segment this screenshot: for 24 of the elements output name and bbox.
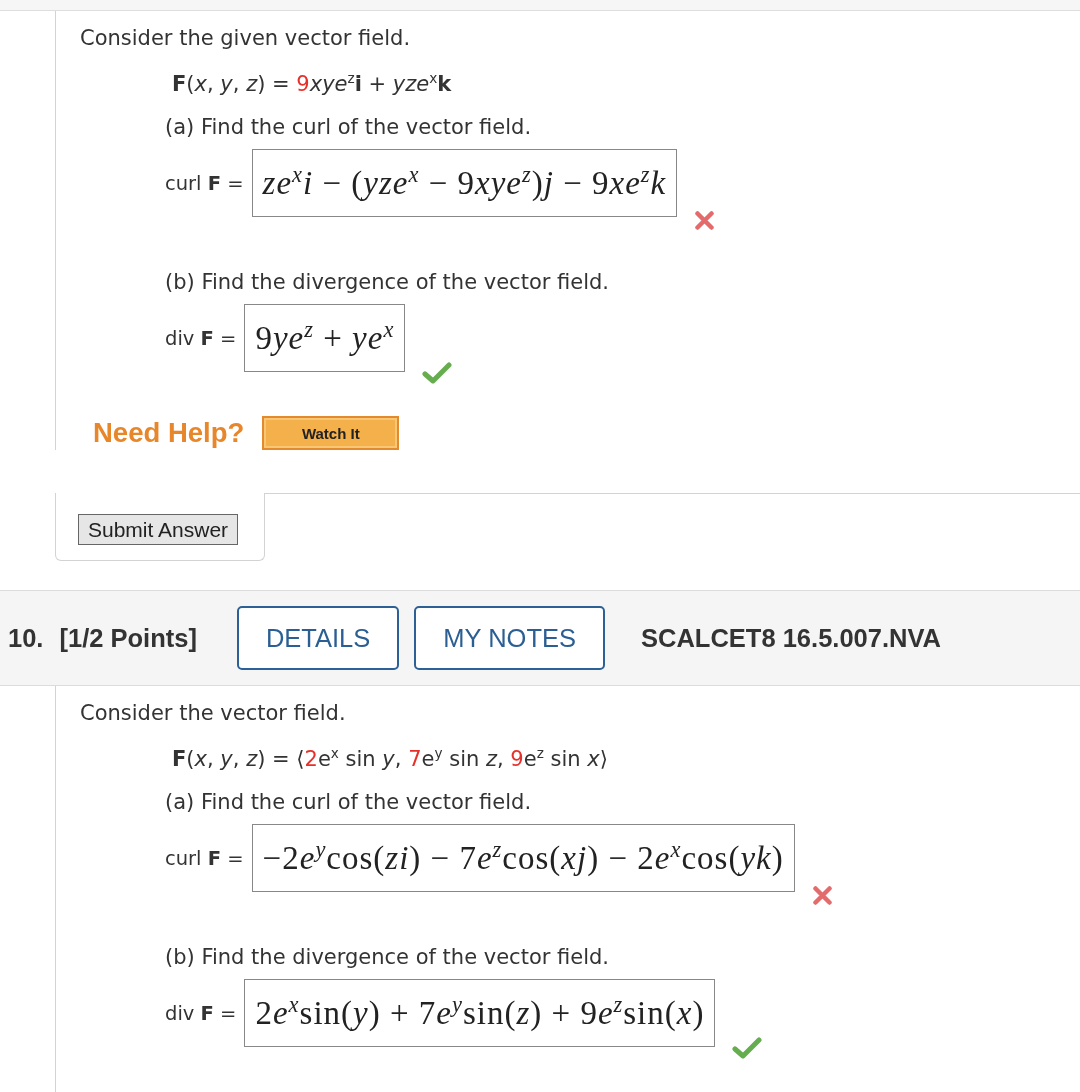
help-button[interactable]: Watch It [262,416,400,450]
answer-field[interactable]: 9ye$^{z}$ + ye$^{x}$ [244,304,406,372]
formula-text: F(x, y, z) = ⟨2e$^{x}$ sin y, 7e$^{y}$ sin z, 9e$^{z}$ sin x⟩ [172,746,609,772]
need-help-label: Need Help? [93,416,245,450]
submit-button[interactable]: Submit Answer [78,514,239,545]
answer-field[interactable]: ze$^{x}$i − (yze$^{x}$ − 9xye$^{z}$)j − 9xe$^{z}$k [251,149,678,217]
part-prompt: (a) Find the curl of the vector field. [165,789,533,815]
question-number: 10. [8,623,44,653]
answer-label: div F = [165,326,237,350]
answer-label: curl F = [165,171,244,195]
question-text: Consider the given vector field. [80,25,412,51]
part-prompt: (a) Find the curl of the vector field. [165,114,533,140]
question-text: Consider the vector field. [80,700,347,726]
part-prompt: (b) Find the divergence of the vector field. [165,944,611,970]
question-code: SCALCET8 16.5.007.NVA [641,623,941,653]
header-button[interactable]: DETAILS [236,606,400,670]
formula-text: F(x, y, z) = 9xye$^{z}$i + yze$^{x}$k [172,71,453,97]
answer-label: div F = [165,1001,237,1025]
points-label: [1/2 Points] [59,623,197,653]
answer-field[interactable]: −2e$^{y}$cos(zi) − 7e$^{z}$cos(xj) − 2e$^{x}$cos(yk) [251,824,795,892]
header-button[interactable]: MY NOTES [414,606,605,670]
part-prompt: (b) Find the divergence of the vector field. [165,269,611,295]
answer-label: curl F = [165,846,244,870]
answer-field[interactable]: 2e$^{x}$sin(y) + 7e$^{y}$sin(z) + 9e$^{z}$sin(x) [244,979,716,1047]
